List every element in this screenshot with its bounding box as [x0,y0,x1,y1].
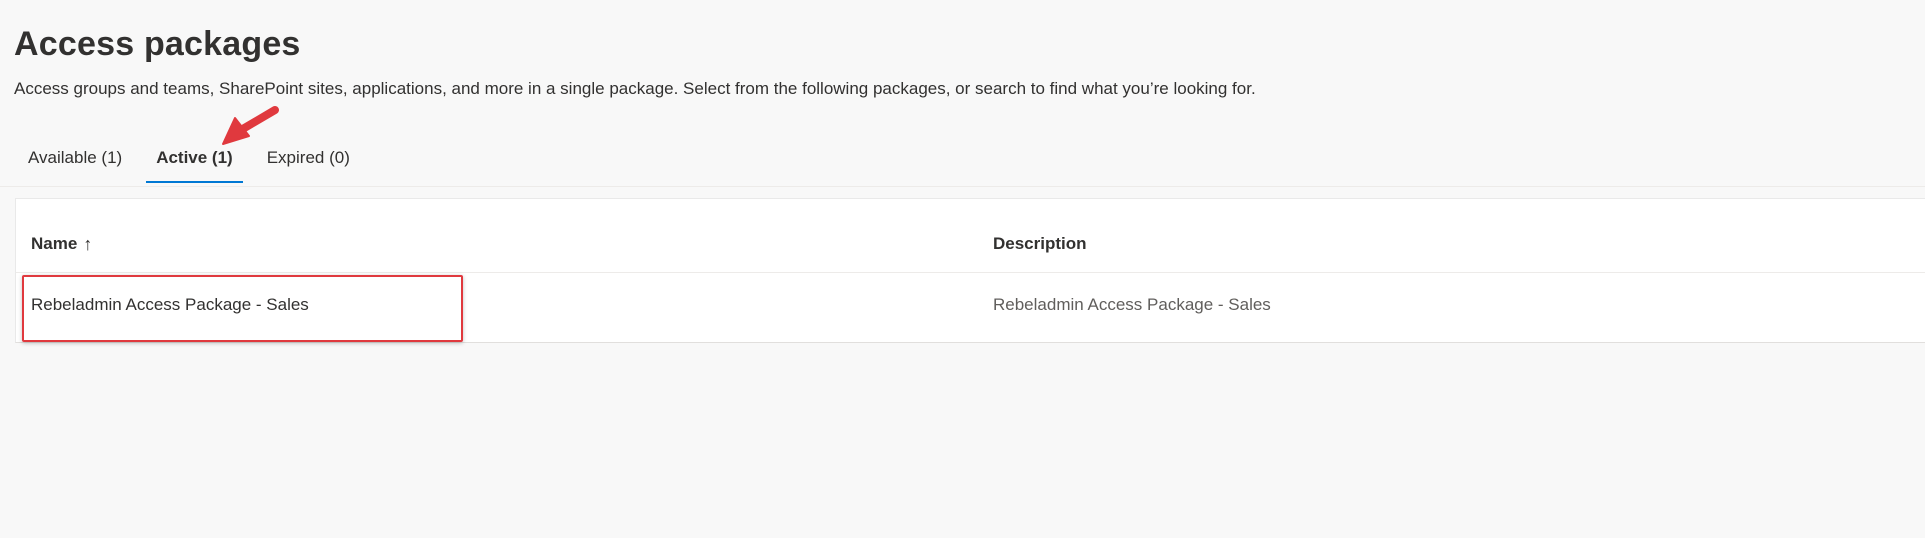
tab-available[interactable]: Available (1) [14,140,136,184]
packages-table: Name ↑ Description Rebeladmin Access Pack… [15,198,1925,343]
access-packages-page: Access packages Access groups and teams,… [0,0,1925,538]
package-description-cell: Rebeladmin Access Package - Sales [993,295,1271,314]
column-header-name-label: Name [31,234,78,253]
page-subtitle: Access groups and teams, SharePoint site… [14,79,1256,98]
table-row[interactable]: Rebeladmin Access Package - Sales Rebela… [16,273,1925,341]
tab-divider [0,186,1925,187]
page-title: Access packages [14,25,301,63]
column-header-description[interactable]: Description [993,232,1087,256]
package-name-cell[interactable]: Rebeladmin Access Package - Sales [31,293,309,317]
tab-active[interactable]: Active (1) [142,140,247,184]
tab-bar: Available (1) Active (1) Expired (0) [14,140,370,184]
tab-expired[interactable]: Expired (0) [253,140,364,184]
sort-ascending-icon: ↑ [83,234,93,254]
column-header-name[interactable]: Name ↑ [31,232,92,256]
table-header-row: Name ↑ Description [16,199,1925,273]
